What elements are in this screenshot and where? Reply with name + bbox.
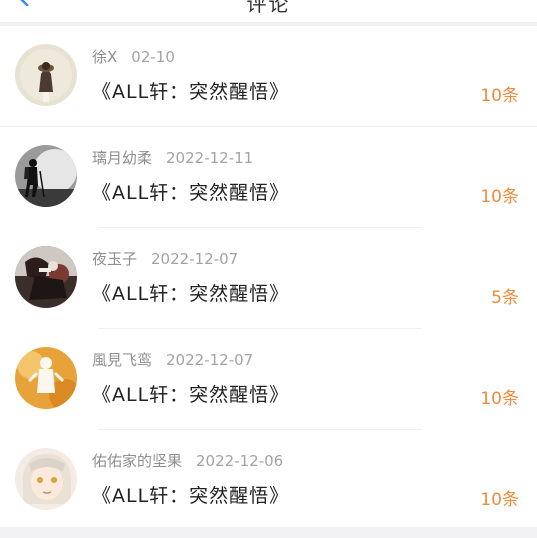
comment-meta: 夜玉子 2022-12-07 xyxy=(92,248,238,269)
comment-date: 2022-12-06 xyxy=(196,452,284,470)
comment-count[interactable]: 5条 xyxy=(491,283,519,308)
comment-row[interactable]: 風見飞鸾 2022-12-07 《ALL轩：突然醒悟》 10条 xyxy=(0,329,537,430)
username[interactable]: 徐X xyxy=(92,48,117,66)
comment-date: 02-10 xyxy=(131,48,175,66)
top-navigation-bar: 评论 xyxy=(0,0,537,23)
comment-row[interactable]: 璃月幼柔 2022-12-11 《ALL轩：突然醒悟》 10条 xyxy=(0,127,537,228)
username[interactable]: 風見飞鸾 xyxy=(92,351,152,369)
avatar-dark-character-icon[interactable] xyxy=(15,246,77,308)
comment-text[interactable]: 《ALL轩：突然醒悟》 xyxy=(92,279,289,306)
comment-text[interactable]: 《ALL轩：突然醒悟》 xyxy=(92,380,289,407)
avatar-anime-girl-icon[interactable] xyxy=(15,448,77,510)
comment-meta: 風見飞鸾 2022-12-07 xyxy=(92,349,253,370)
comment-row[interactable]: 佑佑家的坚果 2022-12-06 《ALL轩：突然醒悟》 10条 xyxy=(0,430,537,531)
comment-meta: 徐X 02-10 xyxy=(92,46,175,67)
comment-count[interactable]: 10条 xyxy=(480,485,519,510)
page-title: 评论 xyxy=(246,0,291,16)
comment-meta: 璃月幼柔 2022-12-11 xyxy=(92,147,253,168)
comment-row[interactable]: 夜玉子 2022-12-07 《ALL轩：突然醒悟》 5条 xyxy=(0,228,537,329)
comment-row[interactable]: 徐X 02-10 《ALL轩：突然醒悟》 10条 xyxy=(0,26,537,127)
comment-text[interactable]: 《ALL轩：突然醒悟》 xyxy=(92,481,289,508)
avatar-autumn-figure-icon[interactable] xyxy=(15,347,77,409)
comment-text[interactable]: 《ALL轩：突然醒悟》 xyxy=(92,77,289,104)
comment-list: 徐X 02-10 《ALL轩：突然醒悟》 10条 璃月幼柔 2022-12-11 《… xyxy=(0,26,537,527)
comment-count[interactable]: 10条 xyxy=(480,182,519,207)
comment-date: 2022-12-07 xyxy=(151,250,239,268)
comment-date: 2022-12-11 xyxy=(166,149,254,167)
username[interactable]: 佑佑家的坚果 xyxy=(92,452,182,470)
username[interactable]: 璃月幼柔 xyxy=(92,149,152,167)
avatar-hiker-silhouette-icon[interactable] xyxy=(15,145,77,207)
comment-text[interactable]: 《ALL轩：突然醒悟》 xyxy=(92,178,289,205)
comment-count[interactable]: 10条 xyxy=(480,384,519,409)
username[interactable]: 夜玉子 xyxy=(92,250,137,268)
comment-count[interactable]: 10条 xyxy=(480,81,519,106)
avatar-figure-hat-icon[interactable] xyxy=(15,44,77,106)
comment-meta: 佑佑家的坚果 2022-12-06 xyxy=(92,450,283,471)
comment-date: 2022-12-07 xyxy=(166,351,254,369)
